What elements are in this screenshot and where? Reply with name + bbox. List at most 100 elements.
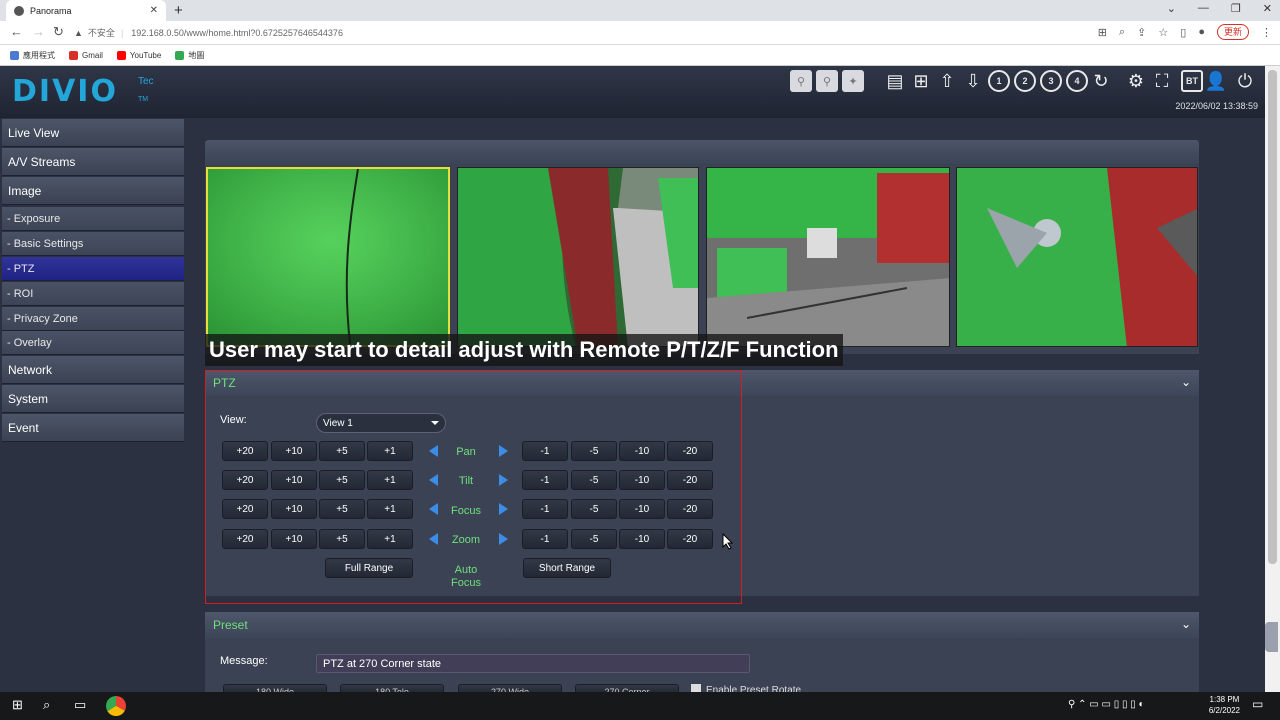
zoom-right-arrow-icon[interactable] <box>499 533 508 545</box>
pan-minus-10-button[interactable]: -10 <box>619 441 665 461</box>
pan-plus-20-button[interactable]: +20 <box>222 441 268 461</box>
chrome-icon[interactable] <box>106 696 126 716</box>
upload-icon[interactable]: ⇧ <box>936 70 958 92</box>
sidebar-item-privacy-zone[interactable]: - Privacy Zone <box>2 307 184 331</box>
browser-tab[interactable]: Panorama ✕ <box>6 0 166 21</box>
camera-4-icon[interactable]: 4 <box>1066 70 1088 92</box>
sidebar-item-network[interactable]: Network <box>2 356 184 384</box>
translate-icon[interactable]: ⊞ <box>1098 26 1107 39</box>
pan-plus-1-button[interactable]: +1 <box>367 441 413 461</box>
share-icon[interactable]: ⇪ <box>1137 26 1146 39</box>
focus-minus-5-button[interactable]: -5 <box>571 499 617 519</box>
bookmark-youtube[interactable]: YouTube <box>116 50 161 60</box>
chevron-down-icon[interactable]: ⌄ <box>1181 617 1191 631</box>
page-scrollbar[interactable] <box>1265 66 1280 692</box>
view-select[interactable]: View 1 <box>316 413 446 433</box>
gear-icon[interactable]: ⚙ <box>1125 70 1147 92</box>
focus-right-arrow-icon[interactable] <box>499 503 508 515</box>
sidebar-item-live-view[interactable]: Live View <box>2 119 184 147</box>
focus-minus-20-button[interactable]: -20 <box>667 499 713 519</box>
forward-icon[interactable]: → <box>32 24 45 39</box>
tilt-minus-10-button[interactable]: -10 <box>619 470 665 490</box>
alarm-icon[interactable]: ✦ <box>842 70 864 92</box>
notification-icon[interactable]: ▭ <box>1252 697 1263 711</box>
camera-view-2[interactable] <box>457 167 699 347</box>
restore-icon[interactable]: ❐ <box>1231 2 1241 15</box>
zoom-minus-20-button[interactable]: -20 <box>667 529 713 549</box>
bookmark-maps[interactable]: 地圖 <box>175 50 204 61</box>
url-omnibox[interactable]: ▲ 不安全 | 192.168.0.50/www/home.html?0.672… <box>74 23 1094 42</box>
bookmark-gmail[interactable]: Gmail <box>69 50 103 60</box>
bookmark-apps[interactable]: 應用程式 <box>10 50 55 61</box>
camera-2-icon[interactable]: 2 <box>1014 70 1036 92</box>
sidebar-item-image[interactable]: Image <box>2 177 184 205</box>
sidebar-item-ptz[interactable]: - PTZ <box>2 257 184 281</box>
task-view-icon[interactable]: ▭ <box>74 697 86 713</box>
bt-icon[interactable]: BT <box>1181 70 1203 92</box>
zoom-icon[interactable]: ⌕ <box>1119 26 1125 39</box>
sidepanel-icon[interactable]: ▯ <box>1180 26 1186 39</box>
scrollbar-thumb[interactable] <box>1268 70 1277 564</box>
sidebar-item-system[interactable]: System <box>2 385 184 413</box>
camera-view-4[interactable] <box>956 167 1198 347</box>
zoom-plus-10-button[interactable]: +10 <box>271 529 317 549</box>
short-range-button[interactable]: Short Range <box>523 558 611 578</box>
camera-view-3[interactable] <box>706 167 950 347</box>
pan-plus-5-button[interactable]: +5 <box>319 441 365 461</box>
menu-icon[interactable]: ⋮ <box>1261 26 1272 39</box>
ptz-section-header[interactable]: PTZ ⌄ <box>205 370 1199 396</box>
tilt-plus-10-button[interactable]: +10 <box>271 470 317 490</box>
preset-section-header[interactable]: Preset ⌄ <box>205 612 1199 638</box>
camera-view-1[interactable] <box>206 167 450 347</box>
focus-plus-10-button[interactable]: +10 <box>271 499 317 519</box>
tilt-plus-5-button[interactable]: +5 <box>319 470 365 490</box>
sidebar-item-overlay[interactable]: - Overlay <box>2 331 184 355</box>
chevron-down-icon[interactable]: ⌄ <box>1181 375 1191 389</box>
tilt-right-arrow-icon[interactable] <box>499 474 508 486</box>
zoom-minus-10-button[interactable]: -10 <box>619 529 665 549</box>
side-panel-handle[interactable] <box>1265 622 1278 652</box>
camera-1-icon[interactable]: 1 <box>988 70 1010 92</box>
sidebar-item-roi[interactable]: - ROI <box>2 282 184 306</box>
user-icon[interactable]: 👤 <box>1205 70 1227 92</box>
profile-icon[interactable]: ● <box>1198 26 1205 38</box>
back-icon[interactable]: ← <box>10 24 23 39</box>
message-field[interactable]: PTZ at 270 Corner state <box>316 654 750 673</box>
pan-right-arrow-icon[interactable] <box>499 445 508 457</box>
camera-3-icon[interactable]: 3 <box>1040 70 1062 92</box>
focus-plus-5-button[interactable]: +5 <box>319 499 365 519</box>
fullscreen-icon[interactable]: ⛶ <box>1151 70 1173 92</box>
star-icon[interactable]: ☆ <box>1158 26 1168 39</box>
pan-plus-10-button[interactable]: +10 <box>271 441 317 461</box>
pan-minus-1-button[interactable]: -1 <box>522 441 568 461</box>
refresh-icon[interactable]: ↻ <box>1090 70 1112 92</box>
zoom-minus-1-button[interactable]: -1 <box>522 529 568 549</box>
zoom-plus-20-button[interactable]: +20 <box>222 529 268 549</box>
auto-focus-button[interactable]: Auto Focus <box>436 564 496 590</box>
focus-minus-10-button[interactable]: -10 <box>619 499 665 519</box>
taskbar-clock[interactable]: 1:38 PM 6/2/2022 <box>1209 694 1240 716</box>
pan-minus-5-button[interactable]: -5 <box>571 441 617 461</box>
focus-minus-1-button[interactable]: -1 <box>522 499 568 519</box>
update-button[interactable]: 更新 <box>1216 24 1249 40</box>
search-icon[interactable]: ⌕ <box>43 697 50 713</box>
tilt-minus-20-button[interactable]: -20 <box>667 470 713 490</box>
focus-plus-20-button[interactable]: +20 <box>222 499 268 519</box>
sidebar-item-exposure[interactable]: - Exposure <box>2 207 184 231</box>
new-tab-button[interactable]: + <box>174 2 183 19</box>
layout-single-row-icon[interactable]: ▤ <box>884 70 906 92</box>
person-run-icon[interactable]: ⚲ <box>816 70 838 92</box>
sidebar-item-av-streams[interactable]: A/V Streams <box>2 148 184 176</box>
zoom-minus-5-button[interactable]: -5 <box>571 529 617 549</box>
sidebar-item-event[interactable]: Event <box>2 414 184 442</box>
system-tray-icons[interactable]: ⚲ ⌃ ▭ ▭ ▯ ▯ ▯ ◐ <box>1068 699 1145 710</box>
pan-minus-20-button[interactable]: -20 <box>667 441 713 461</box>
tilt-minus-5-button[interactable]: -5 <box>571 470 617 490</box>
full-range-button[interactable]: Full Range <box>325 558 413 578</box>
tilt-plus-1-button[interactable]: +1 <box>367 470 413 490</box>
sidebar-item-basic-settings[interactable]: - Basic Settings <box>2 232 184 256</box>
download-icon[interactable]: ⇩ <box>962 70 984 92</box>
zoom-plus-5-button[interactable]: +5 <box>319 529 365 549</box>
close-window-icon[interactable]: ✕ <box>1263 2 1272 15</box>
focus-plus-1-button[interactable]: +1 <box>367 499 413 519</box>
